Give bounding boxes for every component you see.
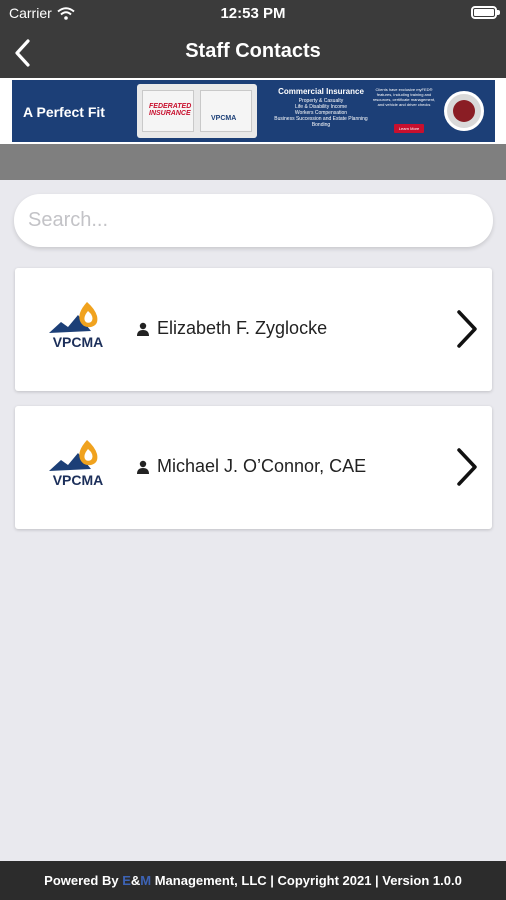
ad-banner[interactable]: A Perfect Fit FEDERATED INSURANCE VPCMA … [12,80,495,142]
contact-card[interactable]: VPCMA Michael J. O’Connor, CAE [15,406,492,529]
chevron-right-icon [457,310,477,348]
footer-suffix: Management, LLC | Copyright 2021 | Versi… [151,873,462,888]
divider-bar [0,144,506,180]
contact-name: Elizabeth F. Zyglocke [157,318,328,338]
header-bar: Carrier 12:53 PM Staff Contacts [0,0,506,78]
vpcma-banner-logo: VPCMA [211,115,237,122]
ad-banner-container: A Perfect Fit FEDERATED INSURANCE VPCMA … [0,78,506,144]
contact-name: Michael J. O’Connor, CAE [157,456,367,476]
footer-brand-m: M [140,873,152,888]
federated-logo: FEDERATED INSURANCE [149,103,192,117]
banner-heading: Commercial Insurance [278,87,364,96]
footer-amp: & [130,873,141,888]
footer-brand-e: E [122,873,131,888]
person-icon [137,322,149,336]
search-bar[interactable] [14,194,493,247]
nav-bar: Staff Contacts [0,28,506,78]
banner-side-text: Clients have exclusive myFED® features, … [372,87,436,107]
learn-more-button[interactable]: Learn More [394,124,424,133]
search-input[interactable] [14,194,493,247]
banner-services: Commercial Insurance Property & Casualty… [262,87,380,128]
banner-line: Bonding [311,122,331,128]
contact-card[interactable]: VPCMA Elizabeth F. Zyglocke [15,268,492,391]
puzzle-piece-left: FEDERATED INSURANCE [142,90,194,132]
chevron-right-icon [457,448,477,486]
puzzle-graphic: FEDERATED INSURANCE VPCMA [137,84,257,138]
person-icon [137,460,149,474]
puzzle-piece-right: VPCMA [200,90,252,132]
logo-text: VPCMA [53,472,104,488]
footer-prefix: Powered By [44,873,123,888]
page-title: Staff Contacts [185,40,321,62]
banner-tagline: A Perfect Fit [23,104,105,120]
vpcma-logo-icon: VPCMA [49,440,104,488]
battery-icon [471,6,500,19]
status-bar: Carrier 12:53 PM [0,0,506,28]
footer-bar: Powered By E&M Management, LLC | Copyrig… [0,861,506,900]
logo-text: VPCMA [53,334,104,350]
banner-badge-icon [444,91,484,131]
status-time: 12:53 PM [220,5,286,22]
vpcma-logo-icon: VPCMA [49,302,104,350]
